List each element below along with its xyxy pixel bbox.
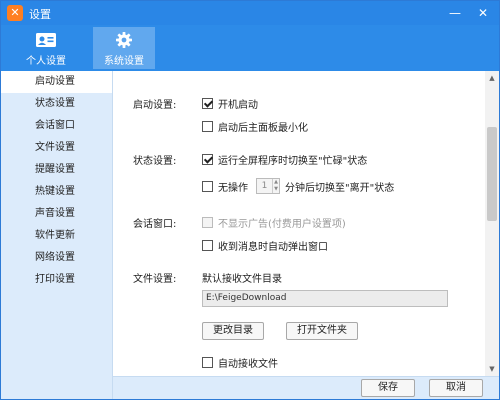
sidebar-item-reminders[interactable]: 提醒设置 [1,159,112,181]
no-ads-checkbox [202,216,213,228]
stepper-down-icon[interactable]: ▼ [273,186,279,193]
feige-logo-icon: ✕ [7,5,23,21]
minimize-label: 启动后主面板最小化 [218,122,308,134]
status-section-label: 状态设置: [133,156,177,167]
files-section-label: 文件设置: [133,274,177,285]
startup-section-label: 启动设置: [133,100,177,111]
sidebar-item-sound[interactable]: 声音设置 [1,203,112,225]
window-title: 设置 [29,8,51,21]
scroll-up-icon[interactable]: ▲ [485,71,499,85]
sidebar-item-hotkeys[interactable]: 热键设置 [1,181,112,203]
auto-popup-option[interactable]: 收到消息时自动弹出窗口 [202,237,328,253]
stepper-arrows[interactable]: ▲ ▼ [272,179,279,193]
auto-receive-label: 自动接收文件 [218,358,278,370]
auto-receive-option[interactable]: 自动接收文件 [202,354,278,370]
session-section-label: 会话窗口: [133,219,177,230]
id-card-icon [36,33,56,47]
content-scrollbar[interactable]: ▲ ▼ [485,71,499,376]
save-button[interactable]: 保存 [361,379,415,397]
tab-system-label: 系统设置 [104,56,144,67]
sidebar-item-network[interactable]: 网络设置 [1,247,112,269]
cancel-button[interactable]: 取消 [429,379,483,397]
minimize-checkbox[interactable] [202,120,213,132]
gear-icon [116,32,132,48]
settings-window: ✕ 设置 — ✕ 个人设置 系统设置 启动设置 状态设置 会话窗口 文件设置 提… [0,0,500,400]
idle-minutes-stepper[interactable]: 1 ▲ ▼ [256,178,280,194]
idle-option[interactable]: 无操作 1 ▲ ▼ 分钟后切换至"离开"状态 [202,178,394,194]
settings-sidebar: 启动设置 状态设置 会话窗口 文件设置 提醒设置 热键设置 声音设置 软件更新 … [1,71,113,399]
tab-personal-label: 个人设置 [26,56,66,67]
idle-suffix-label: 分钟后切换至"离开"状态 [285,182,395,194]
no-ads-option: 不显示广告(付费用户设置项) [202,214,346,230]
auto-popup-checkbox[interactable] [202,239,213,251]
tab-personal-settings[interactable]: 个人设置 [15,27,77,69]
fullscreen-busy-checkbox[interactable] [202,153,213,165]
tab-system-settings[interactable]: 系统设置 [93,27,155,69]
sidebar-item-session-window[interactable]: 会话窗口 [1,115,112,137]
default-dir-label: 默认接收文件目录 [202,273,282,285]
sidebar-item-print[interactable]: 打印设置 [1,269,112,291]
minimize-option[interactable]: 启动后主面板最小化 [202,118,308,134]
fullscreen-busy-option[interactable]: 运行全屏程序时切换至"忙碌"状态 [202,151,367,167]
title-bar[interactable]: ✕ 设置 — ✕ [1,1,499,25]
fullscreen-busy-label: 运行全屏程序时切换至"忙碌"状态 [218,155,368,167]
no-ads-label: 不显示广告(付费用户设置项) [218,218,346,230]
tab-bar: 个人设置 系统设置 [1,25,499,71]
boot-start-checkbox[interactable] [202,97,213,109]
sidebar-item-updates[interactable]: 软件更新 [1,225,112,247]
close-button[interactable]: ✕ [469,3,497,23]
idle-checkbox[interactable] [202,180,213,192]
open-folder-button[interactable]: 打开文件夹 [286,322,358,340]
boot-start-option[interactable]: 开机启动 [202,95,258,111]
scroll-down-icon[interactable]: ▼ [485,362,499,376]
auto-popup-label: 收到消息时自动弹出窗口 [218,241,328,253]
boot-start-label: 开机启动 [218,99,258,111]
sidebar-item-startup[interactable]: 启动设置 [1,71,112,93]
sidebar-item-status[interactable]: 状态设置 [1,93,112,115]
idle-label: 无操作 [218,182,248,194]
change-directory-button[interactable]: 更改目录 [202,322,264,340]
settings-content: 启动设置: 开机启动 启动后主面板最小化 状态设置: 运行全屏程序时切换至"忙碌… [113,71,485,376]
default-dir-heading: 默认接收文件目录 [202,269,282,285]
sidebar-item-files[interactable]: 文件设置 [1,137,112,159]
download-path-field[interactable]: E:\FeigeDownload [202,290,448,307]
auto-receive-checkbox[interactable] [202,356,213,368]
minimize-button[interactable]: — [441,3,469,23]
idle-minutes-value: 1 [261,181,268,191]
stepper-up-icon[interactable]: ▲ [273,179,279,186]
dialog-footer: 保存 取消 [113,376,499,399]
scrollbar-thumb[interactable] [487,127,497,221]
